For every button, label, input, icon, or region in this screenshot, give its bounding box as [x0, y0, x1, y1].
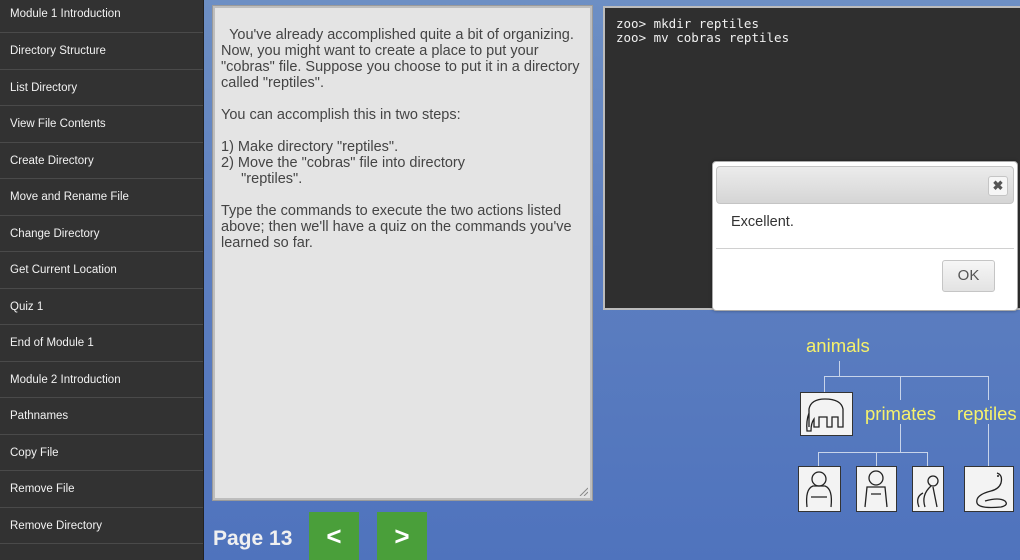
elephant-icon [800, 392, 853, 436]
sidebar: Module 1 Introduction Directory Structur… [0, 0, 204, 560]
tree-connector [839, 361, 840, 377]
sidebar-item-quiz-1[interactable]: Quiz 1 [0, 289, 203, 325]
tree-label-animals: animals [806, 335, 870, 356]
sidebar-item-move-and-rename-file[interactable]: Move and Rename File [0, 179, 203, 216]
page-number: Page 13 [213, 527, 293, 550]
alert-dialog: ✖ Excellent. OK [712, 161, 1018, 311]
sidebar-item-change-directory[interactable]: Change Directory [0, 216, 203, 252]
tree-connector [927, 452, 928, 466]
tree-connector [988, 424, 989, 466]
ape-icon [856, 466, 897, 512]
previous-page-button[interactable]: < [309, 512, 359, 560]
tree-connector [824, 376, 989, 377]
ok-button[interactable]: OK [942, 260, 995, 292]
sidebar-item-create-directory[interactable]: Create Directory [0, 143, 203, 179]
lesson-text: You've already accomplished quite a bit … [221, 27, 580, 251]
dialog-message: Excellent. [731, 214, 794, 230]
terminal-line: zoo> mkdir reptiles [616, 16, 759, 31]
sidebar-item-module-2-introduction[interactable]: Module 2 Introduction [0, 362, 203, 398]
sidebar-item-remove-file[interactable]: Remove File [0, 471, 203, 508]
gorilla-icon [798, 466, 841, 512]
terminal-line: zoo> mv cobras reptiles [616, 30, 790, 45]
sidebar-item-list-directory[interactable]: List Directory [0, 70, 203, 106]
close-icon[interactable]: ✖ [988, 176, 1008, 196]
tree-label-primates: primates [865, 403, 936, 424]
cobra-icon [964, 466, 1014, 512]
sidebar-item-end-of-module-1[interactable]: End of Module 1 [0, 325, 203, 362]
sidebar-item-module-1-introduction[interactable]: Module 1 Introduction [0, 0, 203, 33]
tree-connector [900, 376, 901, 400]
tree-connector [988, 376, 989, 400]
tree-connector [900, 424, 901, 452]
tree-connector [818, 452, 928, 453]
monkey-icon [912, 466, 944, 512]
lesson-text-area[interactable]: You've already accomplished quite a bit … [212, 5, 593, 501]
dialog-titlebar[interactable]: ✖ [716, 166, 1014, 204]
sidebar-item-get-current-location[interactable]: Get Current Location [0, 252, 203, 289]
sidebar-item-copy-file[interactable]: Copy File [0, 435, 203, 471]
tree-connector [824, 376, 825, 392]
directory-tree: animals primates reptiles [780, 330, 1020, 520]
tree-connector [818, 452, 819, 466]
tree-label-reptiles: reptiles [957, 403, 1017, 424]
sidebar-item-directory-structure[interactable]: Directory Structure [0, 33, 203, 70]
sidebar-item-remove-directory[interactable]: Remove Directory [0, 508, 203, 544]
tree-connector [876, 452, 877, 466]
dialog-divider [716, 248, 1014, 249]
sidebar-item-view-file-contents[interactable]: View File Contents [0, 106, 203, 143]
sidebar-item-pathnames[interactable]: Pathnames [0, 398, 203, 435]
resize-grip-icon[interactable] [578, 486, 588, 496]
next-page-button[interactable]: > [377, 512, 427, 560]
